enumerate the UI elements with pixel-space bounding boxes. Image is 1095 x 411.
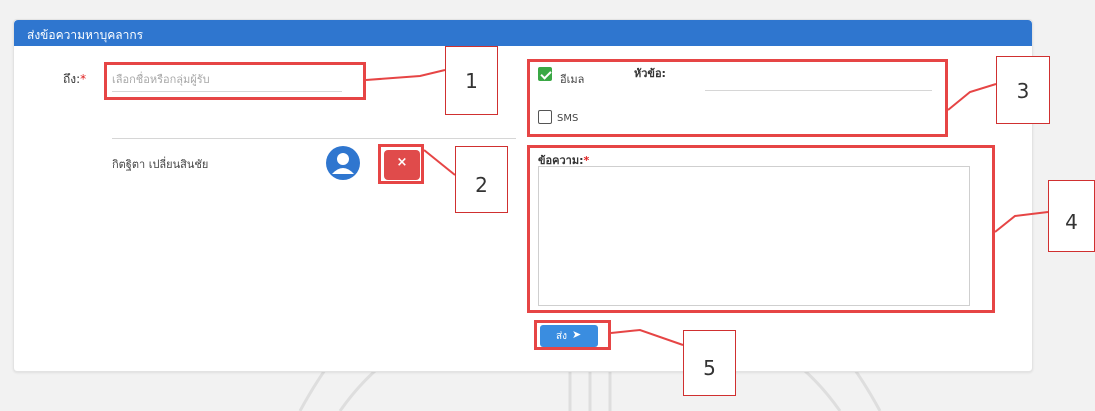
callout-number-3: 3 bbox=[996, 56, 1050, 124]
callout-number-5: 5 bbox=[683, 330, 736, 396]
callout-number-2: 2 bbox=[455, 146, 508, 213]
callout-connectors bbox=[365, 69, 1049, 346]
callout-number-1: 1 bbox=[445, 46, 498, 115]
callout-number-4: 4 bbox=[1048, 180, 1095, 252]
